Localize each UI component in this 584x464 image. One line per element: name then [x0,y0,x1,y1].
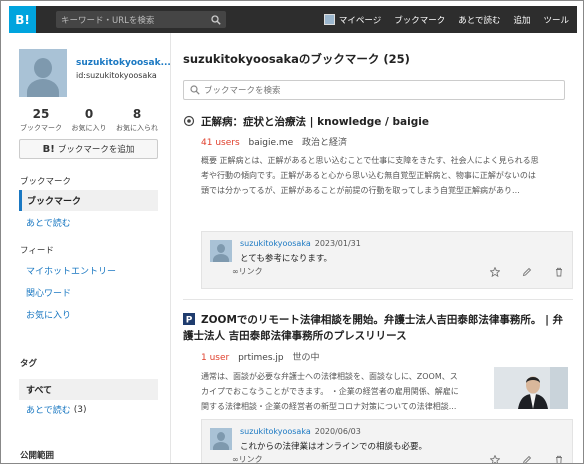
svg-text:P: P [186,316,193,326]
portrait-image [494,367,568,409]
comment-actions [490,455,564,464]
tag-item-all[interactable]: すべて [19,379,158,400]
star-icon[interactable] [490,267,500,277]
edit-icon[interactable] [522,267,532,277]
bookmark-entry: P ZOOMでのリモート法律相談を開始。弁護士法人吉田泰郎法律事務所。 | 弁護士… [183,312,573,464]
entry-thumbnail[interactable] [494,367,568,409]
hatena-b-icon: B! [42,143,55,155]
comment-box: suzukitokyoosaka 2020/06/03 これからの法律業はオンライ… [201,419,573,464]
link-icon: ∞ [232,267,239,276]
comment-text: これからの法律業はオンラインでの相談も必要。 [240,442,428,452]
sidebar-item-interest-words[interactable]: 関心ワード [19,282,158,303]
entry-divider [183,299,573,300]
profile-username[interactable]: suzukitokyoosak... [76,58,171,68]
visibility-section-heading: 公開範囲 [20,451,55,461]
hatena-logo[interactable]: B! [9,6,36,33]
bookmark-entry: 正解病：症状と治療法 | knowledge / baigie 41 users… [183,114,573,294]
bookmark-section-heading: ブックマーク [20,177,72,187]
sidebar-item-my-hot-entry[interactable]: マイホットエントリー [19,260,158,281]
avatar[interactable] [210,428,232,450]
link-icon: ∞ [232,455,239,464]
add-bookmark-button[interactable]: B! ブックマークを追加 [19,139,158,159]
stat-favorited-by[interactable]: 8 お気に入られ [113,107,161,133]
page-title: suzukitokyoosakaのブックマーク (25) [183,52,410,66]
add-link[interactable]: 追加 [513,14,530,26]
site-search-placeholder: キーワード・URLを検索 [61,15,155,26]
profile-stats: 25 ブックマーク 0 お気に入り 8 お気に入られ [17,107,161,133]
page: B! キーワード・URLを検索 マイページ ブックマーク あとで読む 追加 ツー… [0,0,584,464]
edit-icon[interactable] [522,455,532,464]
trash-icon[interactable] [554,455,564,464]
entry-category[interactable]: 政治と経済 [302,138,347,148]
entry-category[interactable]: 世の中 [292,353,319,363]
comment-box: suzukitokyoosaka 2023/01/31 とても参考になります。 ∞… [201,231,573,289]
entry-site[interactable]: prtimes.jp [238,353,284,363]
sidebar-item-read-later[interactable]: あとで読む [19,212,158,233]
read-later-link[interactable]: あとで読む [458,14,500,26]
entry-meta: 41 users baigie.me 政治と経済 [201,135,347,148]
tag-section-heading: タグ [20,359,38,369]
comment-link[interactable]: ∞リンク [232,266,263,277]
entry-description: 通常は、面談が必要な弁護士への法律相談を、面談なしに、ZOOM、ス カイプでおこ… [201,372,459,411]
avatar[interactable] [19,49,67,97]
profile: suzukitokyoosak... id:suzukitokyoosaka [19,49,171,97]
comment-text: とても参考になります。 [240,254,332,264]
comment-user: suzukitokyoosaka 2023/01/31 [240,239,361,248]
entry-users[interactable]: 41 users [201,138,240,148]
sidebar: suzukitokyoosak... id:suzukitokyoosaka 2… [11,33,171,463]
trash-icon[interactable] [554,267,564,277]
top-links: マイページ ブックマーク あとで読む 追加 ツール [323,14,577,26]
top-bar: B! キーワード・URLを検索 マイページ ブックマーク あとで読む 追加 ツー… [9,6,577,33]
search-icon[interactable] [211,14,221,25]
stat-favorites[interactable]: 0 お気に入り [65,107,113,133]
feed-section-heading: フィード [20,246,54,256]
avatar[interactable] [210,240,232,262]
bookmark-search-input[interactable]: ブックマークを検索 [183,80,565,100]
comment-actions [490,267,564,277]
site-search-input[interactable]: キーワード・URLを検索 [56,11,226,28]
mypage-link[interactable]: マイページ [323,14,381,26]
sidebar-item-favorites[interactable]: お気に入り [19,304,158,325]
tools-link[interactable]: ツール [543,14,569,26]
star-icon[interactable] [490,455,500,464]
bookmark-link[interactable]: ブックマーク [394,14,445,26]
entry-users[interactable]: 1 user [201,353,229,363]
entry-meta: 1 user prtimes.jp 世の中 [201,350,320,363]
comment-user: suzukitokyoosaka 2020/06/03 [240,427,361,436]
prtimes-favicon-icon: P [183,313,195,325]
profile-id: id:suzukitokyoosaka [76,71,157,80]
stat-bookmarks[interactable]: 25 ブックマーク [17,107,65,133]
entry-title[interactable]: 正解病：症状と治療法 | knowledge / baigie [183,114,573,130]
entry-title[interactable]: P ZOOMでのリモート法律相談を開始。弁護士法人吉田泰郎法律事務所。 | 弁護士… [183,312,573,344]
baigie-favicon-icon [183,115,195,127]
tag-item-read-later[interactable]: あとで読む (3) [19,399,158,420]
sidebar-item-bookmark[interactable]: ブックマーク [19,190,158,211]
entry-description: 概要 正解病とは、正解があると思い込むことで仕事に支障をきたす、社会人によく見ら… [201,156,539,195]
entry-site[interactable]: baigie.me [249,138,294,148]
avatar-icon [323,14,335,25]
comment-link[interactable]: ∞リンク [232,454,263,464]
search-icon [190,85,200,95]
